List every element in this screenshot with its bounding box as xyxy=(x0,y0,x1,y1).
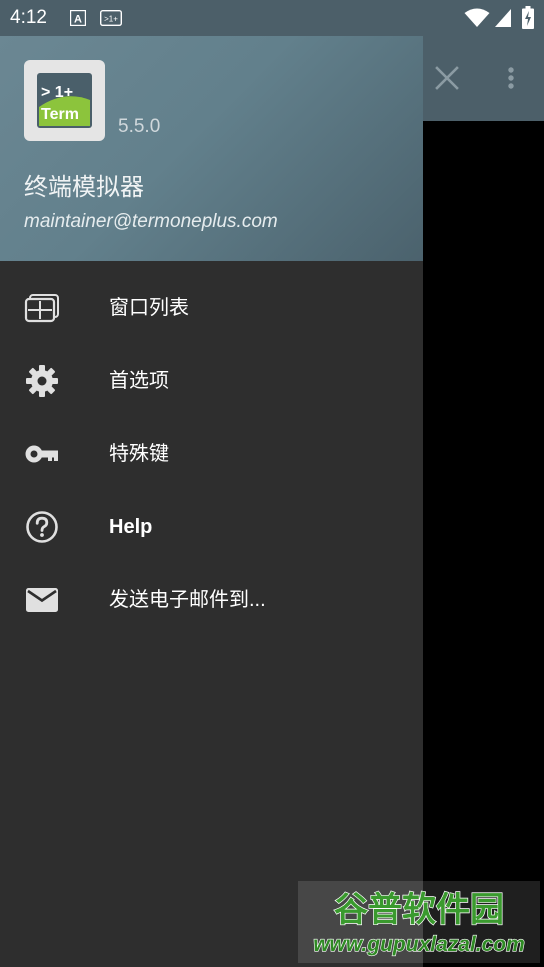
drawer-menu: 窗口列表 首选项 特殊键 Help 发送电子邮件到... xyxy=(0,272,423,637)
watermark-url: www.gupuxlazal.com xyxy=(313,933,525,956)
watermark-logo: 谷普软件园 www.gupuxlazal.com xyxy=(298,881,540,963)
menu-item-label: 窗口列表 xyxy=(109,297,189,319)
logo-text-top: > 1+ xyxy=(41,84,73,101)
app-logo: > 1+ Term xyxy=(24,60,105,141)
app-name: 终端模拟器 xyxy=(24,174,144,201)
term-logo-icon: > 1+ Term xyxy=(37,73,92,128)
menu-item-label: 发送电子邮件到... xyxy=(109,589,266,611)
battery-charging-icon xyxy=(522,6,534,29)
settings-gear-icon xyxy=(26,365,58,397)
key-icon xyxy=(25,445,58,463)
navigation-drawer: > 1+ Term 5.5.0 终端模拟器 maintainer@termone… xyxy=(0,36,423,967)
svg-text:A: A xyxy=(74,14,82,26)
window-list-icon xyxy=(24,294,59,323)
menu-item-label: Help xyxy=(109,516,153,538)
maintainer-email: maintainer@termoneplus.com xyxy=(24,211,278,232)
help-circle-icon xyxy=(26,511,58,543)
wifi-icon xyxy=(464,8,490,27)
svg-text:>1+: >1+ xyxy=(104,15,118,24)
email-icon xyxy=(26,588,58,612)
menu-item-help[interactable]: Help xyxy=(0,491,423,564)
more-vert-icon[interactable] xyxy=(495,62,527,94)
drawer-header: > 1+ Term 5.5.0 终端模拟器 maintainer@termone… xyxy=(0,36,423,261)
app-bar xyxy=(423,36,544,121)
font-notification-icon: A xyxy=(70,10,86,26)
close-icon[interactable] xyxy=(431,62,463,94)
status-time: 4:12 xyxy=(10,7,47,28)
terminal-view[interactable] xyxy=(423,121,544,967)
menu-item-window-list[interactable]: 窗口列表 xyxy=(0,272,423,345)
logo-text-bottom: Term xyxy=(41,106,79,123)
app-version: 5.5.0 xyxy=(118,116,161,137)
menu-item-send-email[interactable]: 发送电子邮件到... xyxy=(0,564,423,637)
menu-item-preferences[interactable]: 首选项 xyxy=(0,345,423,418)
signal-icon xyxy=(495,9,511,27)
menu-item-label: 首选项 xyxy=(109,370,169,392)
status-bar: 4:12 A >1+ xyxy=(0,0,544,36)
watermark-title: 谷普软件园 xyxy=(334,890,504,930)
menu-item-special-keys[interactable]: 特殊键 xyxy=(0,418,423,491)
term-notification-icon: >1+ xyxy=(100,10,122,26)
menu-item-label: 特殊键 xyxy=(109,443,169,465)
